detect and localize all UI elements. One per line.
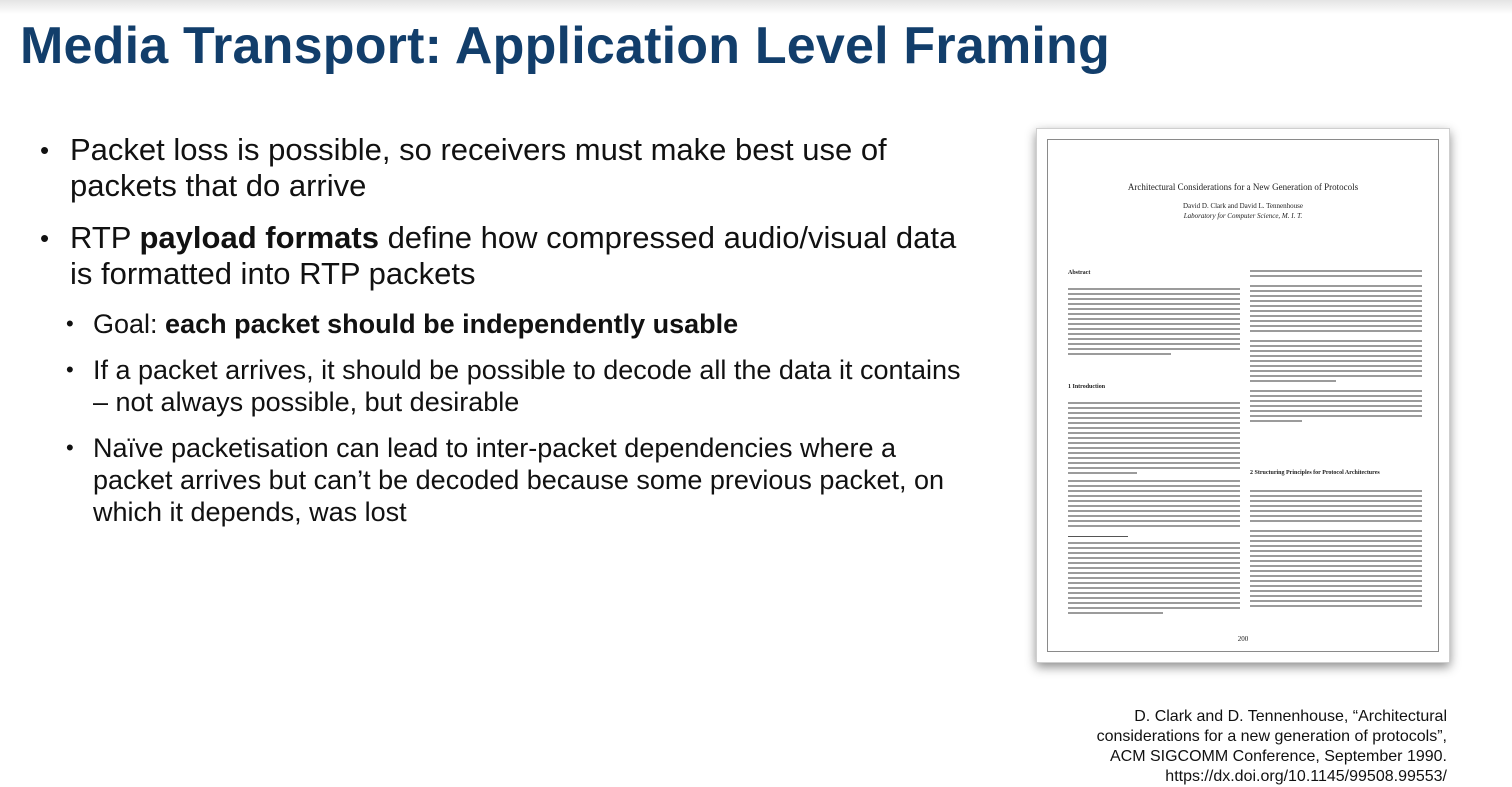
citation-link[interactable]: https://dx.doi.org/10.1145/99508.99553/ <box>1097 767 1447 787</box>
paper-authors: David D. Clark and David L. Tennenhouse <box>1183 202 1303 210</box>
paper-intro-text <box>1068 480 1240 530</box>
sub-bullet-item: • Naïve packetisation can lead to inter-… <box>66 432 970 528</box>
bullet-item: • RTP payload formats define how compres… <box>40 220 970 292</box>
citation: D. Clark and D. Tennenhouse, “Architectu… <box>1097 707 1447 787</box>
citation-line: considerations for a new generation of p… <box>1096 728 1447 745</box>
paper-section2-heading: 2 Structuring Principles for Protocol Ar… <box>1250 470 1380 476</box>
bullet-dot-icon: • <box>66 311 74 336</box>
top-shadow <box>0 0 1512 14</box>
bullet-dot-icon: • <box>40 223 50 253</box>
paper-intro-text <box>1068 402 1240 477</box>
paper-footnote-text <box>1068 542 1240 617</box>
bullet-item: • Packet loss is possible, so receivers … <box>40 132 970 204</box>
bullet-text: If a packet arrives, it should be possib… <box>93 355 961 417</box>
paper-abstract-heading: Abstract <box>1068 270 1091 276</box>
paper-abstract-text <box>1068 288 1240 358</box>
paper-intro-heading: 1 Introduction <box>1068 384 1106 390</box>
sub-bullet-item: • If a packet arrives, it should be poss… <box>66 354 970 418</box>
paper-thumbnail: Architectural Considerations for a New G… <box>1036 128 1450 663</box>
bullet-dot-icon: • <box>66 357 74 382</box>
paper-page: Architectural Considerations for a New G… <box>1047 139 1439 652</box>
citation-line: D. Clark and D. Tennenhouse, “Architectu… <box>1134 708 1447 725</box>
sub-bullet-item: • Goal: each packet should be independen… <box>66 308 970 340</box>
bullet-text: Goal: each packet should be independentl… <box>93 308 738 340</box>
bullet-text-bold: each packet should be independently usab… <box>165 309 739 339</box>
bullet-text: Naïve packetisation can lead to inter-pa… <box>93 433 945 527</box>
footnote-rule <box>1068 536 1128 537</box>
bullet-text-bold: payload formats <box>139 220 379 255</box>
paper-right-column-text <box>1250 490 1422 610</box>
bullet-dot-icon: • <box>66 435 74 460</box>
paper-affiliation: Laboratory for Computer Science, M. I. T… <box>1183 212 1303 220</box>
bullet-text-part: Goal: <box>93 309 166 339</box>
citation-line: ACM SIGCOMM Conference, September 1990. <box>1109 748 1447 765</box>
paper-page-number: 200 <box>1237 635 1249 643</box>
bullet-text-part: RTP <box>70 220 140 255</box>
paper-right-column-text <box>1250 270 1422 425</box>
bullet-text: Packet loss is possible, so receivers mu… <box>70 132 887 203</box>
bullet-dot-icon: • <box>40 135 50 165</box>
bullet-text: RTP payload formats define how compresse… <box>70 220 970 292</box>
slide-title: Media Transport: Application Level Frami… <box>20 17 1110 75</box>
bullet-list: • Packet loss is possible, so receivers … <box>40 132 970 542</box>
paper-title: Architectural Considerations for a New G… <box>1127 182 1359 192</box>
